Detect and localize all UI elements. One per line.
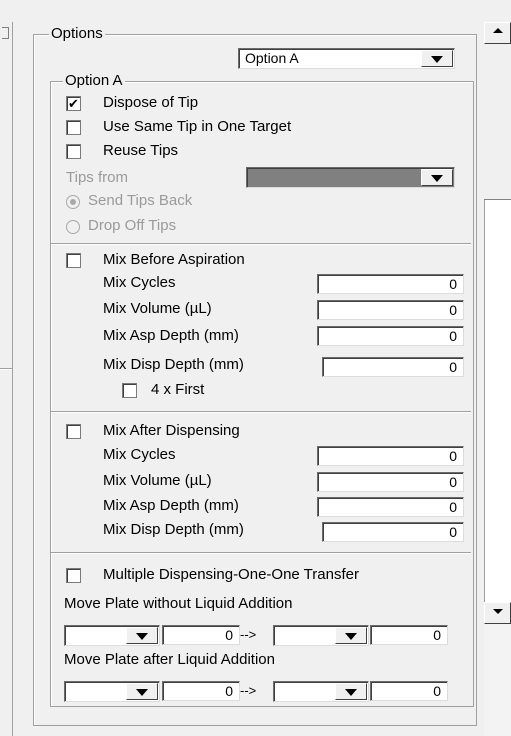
mix-before-cycles-label: Mix Cycles bbox=[103, 274, 176, 291]
mix-after-cycles-label: Mix Cycles bbox=[103, 446, 176, 463]
chevron-down-icon[interactable] bbox=[335, 627, 367, 644]
option-a-group-title: Option A bbox=[63, 72, 125, 89]
option-selector[interactable]: Option A bbox=[238, 48, 455, 69]
mix-before-asp-depth-label: Mix Asp Depth (mm) bbox=[103, 327, 239, 344]
separator bbox=[51, 552, 471, 554]
move-plate-after-to-input[interactable]: 0 bbox=[370, 681, 448, 701]
drop-off-tips-label: Drop Off Tips bbox=[88, 217, 177, 234]
four-x-first-label: 4 x First bbox=[151, 381, 205, 398]
move-plate-without-from-input[interactable]: 0 bbox=[162, 625, 240, 645]
move-plate-after-from-select[interactable] bbox=[64, 681, 160, 702]
mix-after-asp-depth-input[interactable]: 0 bbox=[317, 497, 464, 517]
mix-before-volume-label: Mix Volume (µL) bbox=[103, 300, 212, 317]
four-x-first-checkbox[interactable] bbox=[122, 383, 137, 398]
separator bbox=[51, 243, 471, 245]
send-tips-back-radio[interactable] bbox=[66, 195, 80, 209]
chevron-down-icon[interactable] bbox=[126, 683, 158, 700]
multiple-dispensing-label: Multiple Dispensing-One-One Transfer bbox=[103, 566, 359, 583]
mix-after-disp-depth-input[interactable]: 0 bbox=[322, 522, 464, 542]
move-plate-after-label: Move Plate after Liquid Addition bbox=[64, 651, 275, 668]
mix-before-cycles-input[interactable]: 0 bbox=[317, 274, 464, 294]
mix-after-disp-depth-label: Mix Disp Depth (mm) bbox=[103, 521, 244, 538]
chevron-down-icon[interactable] bbox=[421, 169, 453, 186]
mix-after-asp-depth-label: Mix Asp Depth (mm) bbox=[103, 497, 239, 514]
mix-before-disp-depth-label: Mix Disp Depth (mm) bbox=[103, 356, 244, 373]
mix-before-disp-depth-input[interactable]: 0 bbox=[322, 357, 464, 377]
scroll-up-button[interactable] bbox=[484, 22, 511, 44]
dispose-of-tip-checkbox[interactable]: ✔ bbox=[66, 96, 81, 111]
mix-before-volume-input[interactable]: 0 bbox=[317, 300, 464, 320]
reuse-tips-checkbox[interactable] bbox=[66, 144, 81, 159]
use-same-tip-checkbox[interactable] bbox=[66, 120, 81, 135]
move-plate-after-from-input[interactable]: 0 bbox=[162, 681, 240, 701]
move-plate-without-from-select[interactable] bbox=[64, 625, 160, 646]
left-pane-divider-top bbox=[0, 368, 12, 370]
tips-from-select[interactable] bbox=[246, 167, 455, 188]
scroll-thumb[interactable] bbox=[484, 44, 511, 200]
options-group-title: Options bbox=[49, 25, 105, 42]
mix-after-cycles-input[interactable]: 0 bbox=[317, 446, 464, 466]
vertical-scrollbar[interactable] bbox=[484, 22, 511, 736]
send-tips-back-label: Send Tips Back bbox=[88, 192, 193, 209]
drop-off-tips-radio[interactable] bbox=[66, 220, 80, 234]
mix-before-aspiration-checkbox[interactable] bbox=[66, 253, 81, 268]
tips-from-label: Tips from bbox=[66, 169, 128, 186]
mix-before-aspiration-label: Mix Before Aspiration bbox=[103, 251, 245, 268]
chevron-down-icon[interactable] bbox=[335, 683, 367, 700]
move-plate-without-to-input[interactable]: 0 bbox=[370, 625, 448, 645]
move-plate-without-to-select[interactable] bbox=[273, 625, 369, 646]
mix-after-dispensing-label: Mix After Dispensing bbox=[103, 422, 240, 439]
use-same-tip-label: Use Same Tip in One Target bbox=[103, 118, 292, 135]
chevron-down-icon[interactable] bbox=[421, 50, 453, 67]
mix-before-asp-depth-input[interactable]: 0 bbox=[317, 326, 464, 346]
scroll-down-button[interactable] bbox=[484, 602, 511, 624]
left-pane-edge bbox=[0, 22, 13, 736]
mix-after-volume-input[interactable]: 0 bbox=[317, 472, 464, 492]
option-selector-value: Option A bbox=[245, 50, 299, 66]
mix-after-volume-label: Mix Volume (µL) bbox=[103, 472, 212, 489]
multiple-dispensing-checkbox[interactable] bbox=[66, 568, 81, 583]
reuse-tips-label: Reuse Tips bbox=[103, 142, 179, 159]
dispose-of-tip-label: Dispose of Tip bbox=[103, 94, 199, 111]
left-pane-marker bbox=[2, 27, 9, 39]
chevron-down-icon[interactable] bbox=[126, 627, 158, 644]
move-plate-after-to-select[interactable] bbox=[273, 681, 369, 702]
arrow-label: --> bbox=[240, 683, 257, 698]
move-plate-without-label: Move Plate without Liquid Addition bbox=[64, 595, 293, 612]
arrow-label: --> bbox=[240, 627, 257, 642]
scroll-track[interactable] bbox=[484, 200, 511, 602]
mix-after-dispensing-checkbox[interactable] bbox=[66, 424, 81, 439]
separator bbox=[51, 411, 471, 413]
